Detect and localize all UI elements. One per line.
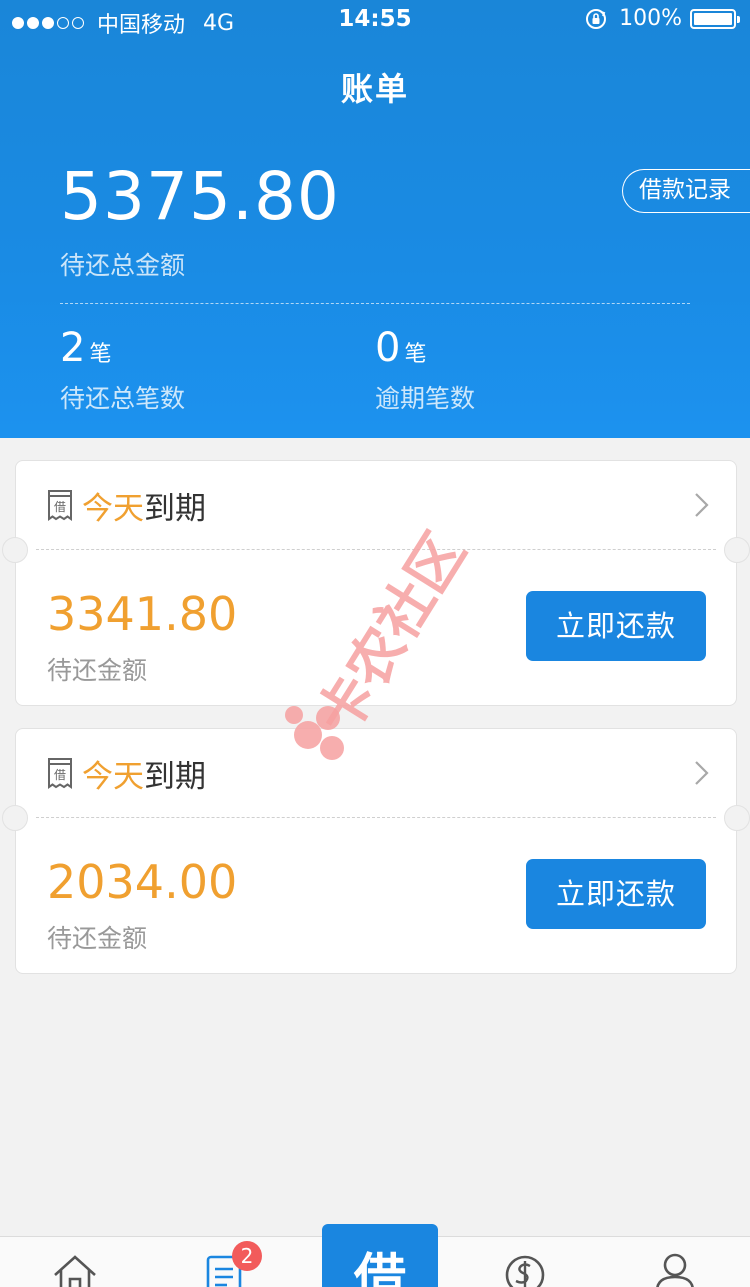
bill-amount: 3341.80 (47, 587, 238, 641)
overdue-count: 0 (375, 325, 401, 371)
status-right: 100% (585, 6, 740, 31)
pending-count-stat: 2笔 待还总笔数 (60, 325, 185, 415)
pending-unit: 笔 (89, 342, 112, 367)
due-suffix: 到期 (144, 491, 206, 527)
total-amount-label: 待还总金额 (60, 251, 186, 280)
due-date-text: 今天到期 (82, 751, 206, 796)
pending-count: 2 (60, 325, 86, 371)
due-highlight: 今天 (82, 491, 144, 527)
bill-card: 借 今天到期 3341.80 待还金额 立即还款 (2, 460, 750, 706)
battery-cap (737, 15, 740, 23)
bill-header: 中国移动 4G 14:55 100% 账单 5375.80 待还总金额 借款记录… (0, 0, 750, 438)
bill-card: 借 今天到期 2034.00 待还金额 立即还款 (2, 728, 750, 974)
repay-now-button[interactable]: 立即还款 (526, 591, 706, 661)
summary-divider (60, 303, 690, 304)
ticket-notch (2, 537, 28, 563)
ticket-notch (2, 805, 28, 831)
notification-badge: 2 (232, 1241, 262, 1271)
overdue-count-stat: 0笔 逾期笔数 (375, 325, 475, 415)
bill-card-header[interactable]: 借 今天到期 (16, 729, 736, 815)
bill-card-header[interactable]: 借 今天到期 (16, 461, 736, 547)
status-bar: 中国移动 4G 14:55 100% (0, 0, 750, 40)
home-icon[interactable] (51, 1251, 99, 1287)
due-date-text: 今天到期 (82, 483, 206, 528)
card-divider (36, 817, 716, 818)
user-icon[interactable] (651, 1251, 699, 1287)
due-highlight: 今天 (82, 759, 144, 795)
doc-icon-text: 借 (54, 500, 66, 514)
bill-amount-label: 待还金额 (47, 656, 148, 685)
ticket-notch (724, 537, 750, 563)
overdue-count-label: 逾期笔数 (375, 384, 476, 413)
chevron-right-icon[interactable] (694, 492, 710, 518)
total-amount: 5375.80 (60, 158, 340, 235)
bill-amount-label: 待还金额 (47, 924, 148, 953)
battery-fill (694, 12, 732, 25)
page-title: 账单 (340, 70, 409, 108)
battery-percent: 100% (619, 6, 682, 31)
loan-doc-icon: 借 (48, 758, 72, 789)
doc-icon-text: 借 (54, 768, 66, 782)
pending-count-label: 待还总笔数 (60, 384, 186, 413)
loan-tab-label: 借 (353, 1249, 406, 1287)
bill-amount: 2034.00 (47, 855, 238, 909)
battery-icon (690, 8, 740, 29)
rotation-lock-icon (586, 8, 607, 29)
loan-doc-icon: 借 (48, 490, 72, 521)
card-divider (36, 549, 716, 550)
overdue-unit: 笔 (404, 342, 427, 367)
ticket-notch (724, 805, 750, 831)
repay-now-button[interactable]: 立即还款 (526, 859, 706, 929)
chevron-right-icon[interactable] (694, 760, 710, 786)
dollar-icon[interactable] (501, 1251, 549, 1287)
loan-record-button[interactable]: 借款记录 (622, 169, 750, 213)
due-suffix: 到期 (144, 759, 206, 795)
